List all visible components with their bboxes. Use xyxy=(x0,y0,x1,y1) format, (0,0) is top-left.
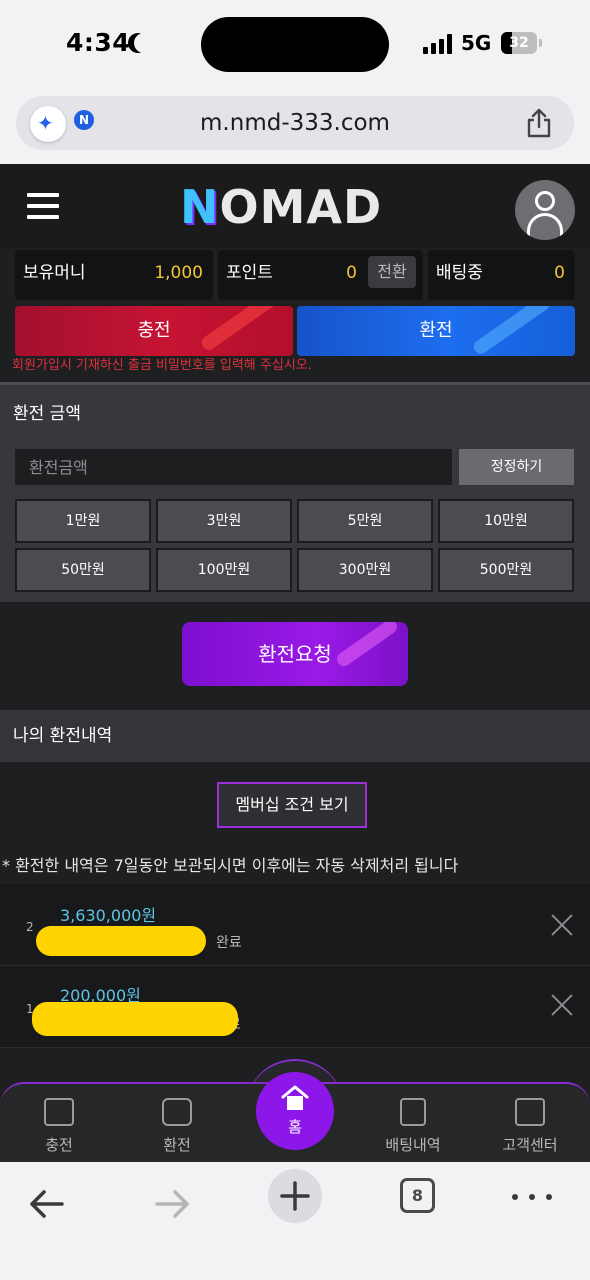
withdraw-icon xyxy=(162,1098,192,1126)
deposit-label: 충전 xyxy=(137,320,171,341)
points-value: 0 xyxy=(346,263,357,283)
site-logo[interactable]: NOMAD xyxy=(180,182,382,232)
nav-home-button[interactable]: 홈 xyxy=(256,1072,334,1150)
panel-title: 환전 금액 xyxy=(13,404,81,424)
news-icon xyxy=(515,1098,545,1126)
amount-chip-10k[interactable]: 1만원 xyxy=(15,499,151,543)
amount-chip-1m[interactable]: 100만원 xyxy=(156,548,292,592)
nav-deposit-label: 충전 xyxy=(45,1136,73,1154)
nav-home-label: 홈 xyxy=(288,1118,302,1136)
withdraw-amount-panel: 환전 금액 정정하기 1만원 3만원 5만원 10만원 50만원 100만원 3… xyxy=(0,382,590,602)
amount-chip-100k[interactable]: 10만원 xyxy=(438,499,574,543)
hamburger-menu-icon[interactable] xyxy=(27,193,59,219)
request-label: 환전요청 xyxy=(258,642,332,666)
row-status: 완료 xyxy=(216,935,242,951)
withdraw-amount-input[interactable] xyxy=(15,449,452,485)
betting-label: 배팅중 xyxy=(436,263,483,283)
forward-arrow-icon[interactable] xyxy=(141,1172,201,1232)
membership-conditions-button[interactable]: 멤버십 조건 보기 xyxy=(217,782,367,828)
history-row: 2 3,630,000원 완료 xyxy=(0,884,590,966)
network-label: 5G xyxy=(461,31,492,55)
more-icon[interactable] xyxy=(512,1194,552,1200)
amount-chip-5m[interactable]: 500만원 xyxy=(438,548,574,592)
battery-icon: 32 xyxy=(501,32,537,54)
status-time: 4:34 xyxy=(66,28,131,57)
user-avatar-icon[interactable] xyxy=(515,180,575,240)
back-arrow-icon[interactable] xyxy=(18,1172,78,1232)
share-icon[interactable] xyxy=(526,108,552,138)
battery-nub xyxy=(539,39,542,47)
ios-status-bar: 4:34 5G 32 xyxy=(0,0,590,90)
url-text[interactable]: m.nmd-333.com xyxy=(16,96,574,150)
betting-value: 0 xyxy=(554,263,565,283)
history-list: 2 3,630,000원 완료 1 200,000원 료 xyxy=(0,884,590,1048)
close-icon[interactable] xyxy=(551,994,573,1016)
correct-button[interactable]: 정정하기 xyxy=(459,449,574,485)
amount-chip-500k[interactable]: 50만원 xyxy=(15,548,151,592)
nav-withdraw-label: 환전 xyxy=(163,1136,191,1154)
balance-money: 보유머니 1,000 xyxy=(15,250,213,300)
history-title: 나의 환전내역 xyxy=(13,726,113,746)
row-index: 2 xyxy=(26,920,34,934)
battery-level: 32 xyxy=(509,35,529,51)
balance-label: 보유머니 xyxy=(23,263,86,283)
wallet-icon xyxy=(44,1098,74,1126)
history-retention-note: * 환전한 내역은 7일동안 보관되시면 이후에는 자동 삭제처리 됩니다 xyxy=(2,856,459,875)
dynamic-island xyxy=(201,17,389,72)
convert-points-button[interactable]: 전환 xyxy=(368,256,416,288)
history-row: 1 200,000원 료 xyxy=(0,966,590,1048)
ai-badge: N xyxy=(74,110,94,130)
amount-chip-30k[interactable]: 3만원 xyxy=(156,499,292,543)
withdraw-label: 환전 xyxy=(419,320,453,341)
signal-icon xyxy=(423,34,453,54)
row-amount: 3,630,000원 xyxy=(60,906,157,925)
nav-support-label: 고객센터 xyxy=(502,1136,558,1154)
site-header: NOMAD xyxy=(0,164,590,248)
balance-value: 1,000 xyxy=(154,263,203,283)
moon-icon xyxy=(134,33,154,53)
history-header: 나의 환전내역 xyxy=(0,710,590,762)
amount-chip-3m[interactable]: 300만원 xyxy=(297,548,433,592)
balance-betting: 배팅중 0 xyxy=(428,250,575,300)
nav-withdraw[interactable]: 환전 xyxy=(127,1084,227,1162)
deposit-button[interactable]: 충전 xyxy=(15,306,293,356)
browser-toolbar: 8 xyxy=(0,1162,590,1280)
redaction-mark xyxy=(32,1002,238,1036)
tabs-button[interactable]: 8 xyxy=(400,1178,435,1213)
nav-deposit[interactable]: 충전 xyxy=(9,1084,109,1162)
new-tab-button[interactable] xyxy=(268,1169,322,1223)
nav-betting-label: 배팅내역 xyxy=(385,1136,441,1154)
close-icon[interactable] xyxy=(551,914,573,936)
withdraw-request-button[interactable]: 환전요청 xyxy=(182,622,408,686)
url-field[interactable]: m.nmd-333.com ✦ N xyxy=(16,96,574,150)
plus-icon xyxy=(280,1181,310,1211)
nav-betting-history[interactable]: 배팅내역 xyxy=(363,1084,463,1162)
site-viewport: NOMAD 보유머니 1,000 포인트 0 전환 배팅중 0 충전 환전 회원… xyxy=(0,164,590,1162)
document-icon xyxy=(400,1098,426,1126)
points-label: 포인트 xyxy=(226,263,273,283)
ai-assistant-icon[interactable]: ✦ N xyxy=(30,106,94,142)
amount-chip-50k[interactable]: 5만원 xyxy=(297,499,433,543)
password-notice: 회원가입시 기재하신 출금 비밀번호를 입력해 주십시오. xyxy=(12,358,312,373)
withdraw-button[interactable]: 환전 xyxy=(297,306,575,356)
balance-points: 포인트 0 전환 xyxy=(218,250,423,300)
nav-support[interactable]: 고객센터 xyxy=(480,1084,580,1162)
home-icon xyxy=(281,1085,309,1110)
browser-address-bar: m.nmd-333.com ✦ N xyxy=(0,90,590,164)
redaction-mark xyxy=(36,926,206,956)
